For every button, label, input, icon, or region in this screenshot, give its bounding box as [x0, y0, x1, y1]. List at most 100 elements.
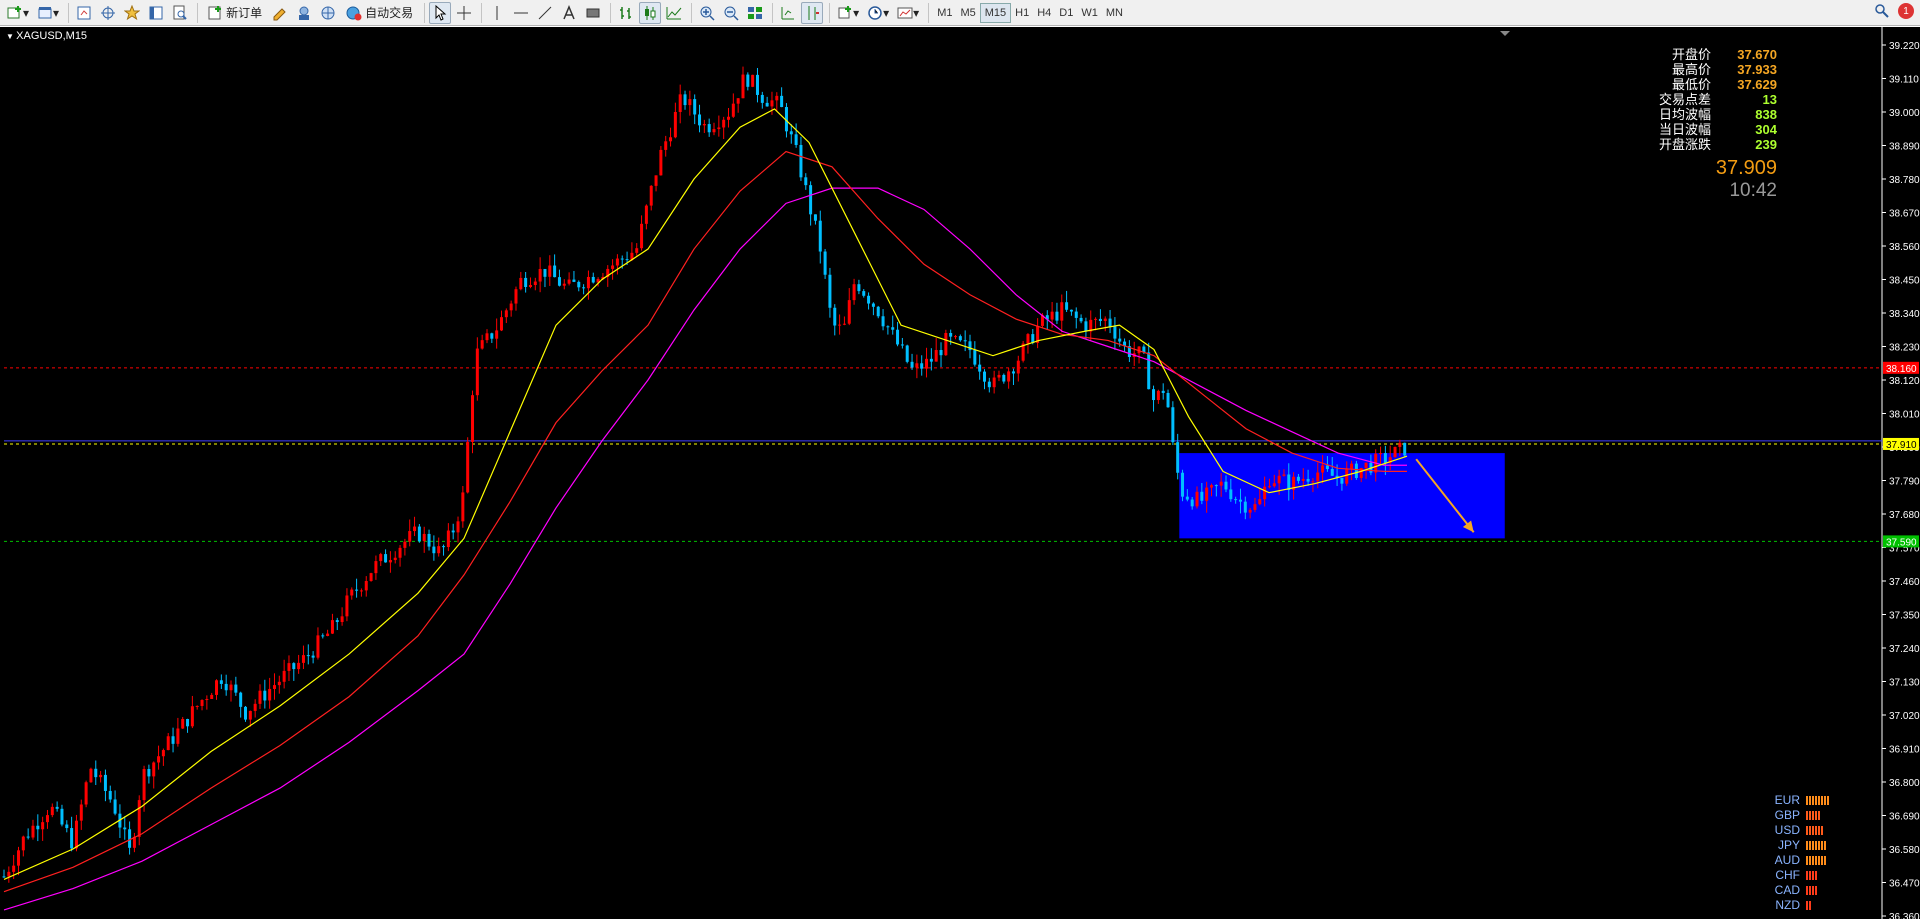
market-watch-icon: [76, 5, 92, 21]
candle-body: [871, 303, 875, 307]
horizontal-line-tool-button[interactable]: [510, 2, 532, 24]
timeframe-m5[interactable]: M5: [956, 3, 979, 23]
candle-body: [272, 685, 276, 689]
chart-window[interactable]: 39.220 39.110 39.000 38.890 38.780 38.670 38.5…: [0, 27, 1920, 919]
periods-button[interactable]: ▾: [864, 2, 892, 24]
candle-body: [862, 291, 866, 296]
price-chart[interactable]: 39.220 39.110 39.000 38.890 38.780 38.670 38.5…: [0, 27, 1920, 919]
strength-bar: [1818, 841, 1820, 850]
candle-body: [36, 825, 40, 830]
auto-trading-button[interactable]: 自动交易: [341, 2, 418, 24]
candle-body: [258, 690, 262, 704]
tile-windows-button[interactable]: [744, 2, 766, 24]
price-tick-label: 38.010: [1889, 410, 1920, 421]
candlestick-icon: [642, 5, 658, 21]
candle-body: [1084, 321, 1088, 332]
terminal-button[interactable]: [145, 2, 167, 24]
candle-body: [1282, 474, 1286, 476]
navigator-button[interactable]: [121, 2, 143, 24]
candle-body: [1060, 302, 1064, 321]
zoom-in-button[interactable]: [696, 2, 718, 24]
timeframe-h1[interactable]: H1: [1011, 3, 1033, 23]
strength-bars: [1806, 811, 1820, 820]
candle-body: [1267, 486, 1271, 488]
text-tool-button[interactable]: [558, 2, 580, 24]
market-watch-button[interactable]: [73, 2, 95, 24]
profiles-button[interactable]: ▾: [34, 2, 62, 24]
candle-body: [1296, 476, 1300, 481]
signals-button[interactable]: [317, 2, 339, 24]
strategy-tester-button[interactable]: [169, 2, 191, 24]
timeframe-w1[interactable]: W1: [1077, 3, 1102, 23]
price-tick-label: 39.220: [1889, 41, 1920, 52]
timeframe-mn[interactable]: MN: [1102, 3, 1127, 23]
new-chart-button[interactable]: ▾: [4, 2, 32, 24]
candle-body: [499, 317, 503, 331]
candle-body: [137, 800, 141, 837]
candle-body: [842, 323, 846, 325]
candle-body: [620, 258, 624, 260]
info-row: 日均波幅 838: [1653, 107, 1777, 122]
new-chart-icon: [7, 5, 23, 21]
candle-body: [461, 492, 465, 522]
candle-body: [446, 530, 450, 548]
candle-body: [345, 595, 349, 617]
experts-button[interactable]: [293, 2, 315, 24]
data-window-button[interactable]: [97, 2, 119, 24]
notification-badge[interactable]: 1: [1898, 3, 1914, 19]
new-order-button[interactable]: 新订单: [202, 2, 267, 24]
search-icon[interactable]: [1874, 3, 1890, 19]
chart-shift-button[interactable]: [777, 2, 799, 24]
templates-button[interactable]: ▾: [894, 2, 922, 24]
candle-chart-button[interactable]: [639, 1, 662, 24]
strength-bar: [1818, 856, 1820, 865]
candle-body: [905, 345, 909, 362]
meta-editor-button[interactable]: [269, 2, 291, 24]
bar-chart-button[interactable]: [615, 2, 637, 24]
candle-body: [722, 119, 726, 128]
candle-body: [1234, 499, 1238, 501]
line-chart-button[interactable]: [663, 2, 685, 24]
candle-body: [635, 248, 639, 253]
label-tool-button[interactable]: [582, 2, 604, 24]
candle-body: [514, 289, 518, 304]
candle-body: [611, 265, 615, 269]
indicators-button[interactable]: ▾: [834, 2, 862, 24]
auto-scroll-button[interactable]: [801, 1, 824, 24]
candle-body: [219, 680, 223, 684]
info-label: 最高价: [1671, 62, 1711, 77]
candle-body: [229, 684, 233, 691]
line-chart-icon: [666, 5, 682, 21]
candle-body: [727, 116, 730, 120]
candle-body: [1214, 485, 1218, 487]
price-tick-label: 37.460: [1889, 577, 1920, 588]
toolbar-separator: [928, 2, 930, 23]
candle-body: [833, 307, 837, 326]
candle-body: [74, 820, 78, 849]
timeframe-m1[interactable]: M1: [933, 3, 956, 23]
candle-body: [1026, 334, 1030, 344]
candle-body: [664, 141, 668, 150]
zoom-out-button[interactable]: [720, 2, 742, 24]
timeframe-m15[interactable]: M15: [979, 2, 1012, 23]
strength-bar: [1815, 826, 1817, 835]
candle-body: [321, 635, 325, 637]
cursor-tool-button[interactable]: [429, 1, 452, 24]
toolbar-separator: [691, 2, 693, 23]
candle-body: [26, 836, 30, 838]
timeframe-d1[interactable]: D1: [1055, 3, 1077, 23]
candle-body: [1253, 504, 1257, 510]
price-tick-label: 36.470: [1889, 879, 1920, 890]
candle-body: [804, 177, 808, 186]
currency-strength-meter: EUR GBP USD JPY AUD CHF CAD NZD: [1760, 793, 1829, 913]
crosshair-tool-button[interactable]: [453, 2, 475, 24]
strength-bars: [1806, 826, 1823, 835]
candle-body: [809, 185, 813, 215]
vertical-line-tool-button[interactable]: [486, 2, 508, 24]
candle-body: [751, 74, 755, 87]
trendline-tool-button[interactable]: [534, 2, 556, 24]
info-row: 最低价 37.629: [1653, 77, 1777, 92]
candle-body: [1263, 486, 1267, 500]
timeframe-h4[interactable]: H4: [1033, 3, 1055, 23]
candle-body: [379, 554, 383, 562]
